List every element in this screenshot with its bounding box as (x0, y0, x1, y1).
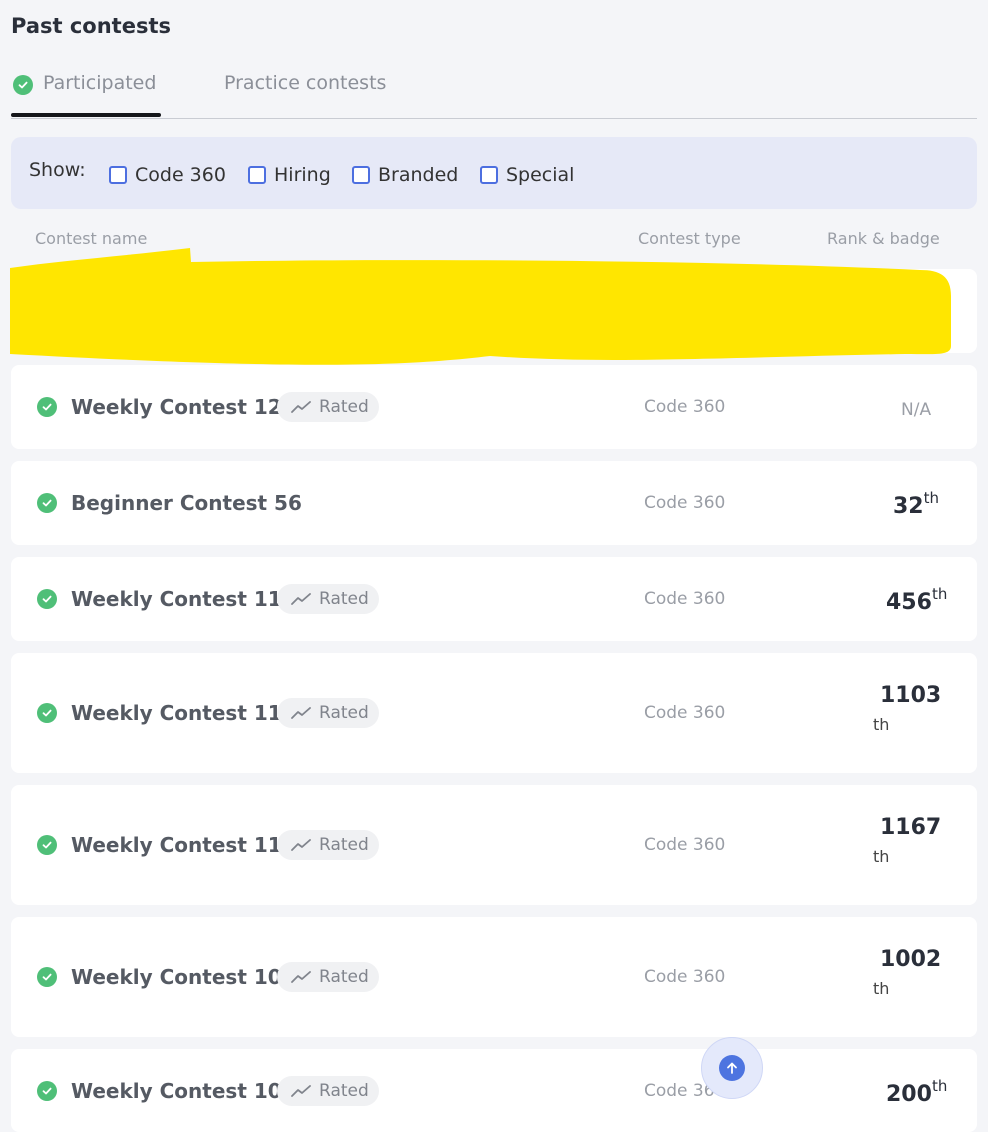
contest-row[interactable]: Weekly Contest 111 Rated Code 360 1167 t… (11, 785, 977, 905)
checkbox[interactable] (248, 166, 266, 184)
contest-type: Code 360 (644, 835, 726, 855)
contest-type: Code 360 (644, 703, 726, 723)
rank-suffix: th (873, 979, 890, 998)
rated-badge: Rated (277, 962, 379, 992)
check-circle-icon (37, 835, 57, 855)
rank-value: 456th (886, 585, 948, 615)
contest-row[interactable]: Weekly Contest 120 Rated Code 360 N/A (11, 365, 977, 449)
filter-code360[interactable]: Code 360 (109, 164, 226, 186)
check-circle-icon (37, 967, 57, 987)
rated-badge: Rated (277, 584, 379, 614)
tab-practice-contests-label: Practice contests (224, 72, 387, 94)
checkbox[interactable] (352, 166, 370, 184)
contest-row[interactable]: Weekly Contest 117 Rated Code 360 456th (11, 557, 977, 641)
contest-name[interactable]: Weekly Contest 117 (71, 587, 296, 611)
check-circle-icon (13, 75, 33, 95)
checkbox[interactable] (480, 166, 498, 184)
check-circle-icon (37, 301, 57, 321)
column-header-name: Contest name (35, 229, 148, 248)
trend-up-icon (291, 1085, 311, 1097)
rated-badge: Rated (277, 830, 379, 860)
contest-type: Code 360 (644, 967, 726, 987)
rank-suffix: th (873, 847, 890, 866)
contest-row[interactable]: Beginner Contest 58 Code 360 13th (11, 269, 977, 353)
rank-value: N/A (901, 400, 932, 420)
rank-value: 32th (893, 489, 940, 519)
contest-type: Code 360 (644, 397, 726, 417)
filter-option-label: Code 360 (135, 164, 226, 186)
contest-name[interactable]: Weekly Contest 120 (71, 395, 296, 419)
rank-value: 1002 (880, 947, 942, 972)
contest-name[interactable]: Weekly Contest 111 (71, 833, 296, 857)
contest-name[interactable]: Weekly Contest 108 (71, 1079, 296, 1103)
filter-bar: Show: Code 360 Hiring Branded Special (11, 137, 977, 209)
scroll-to-top-button[interactable] (701, 1037, 763, 1099)
filter-option-label: Hiring (274, 164, 331, 186)
contest-name[interactable]: Weekly Contest 109 (71, 965, 296, 989)
contest-row[interactable]: Beginner Contest 56 Code 360 32th (11, 461, 977, 545)
arrow-up-icon (727, 1062, 737, 1074)
trend-up-icon (291, 707, 311, 719)
filter-special[interactable]: Special (480, 164, 574, 186)
page-title: Past contests (11, 14, 171, 38)
filter-label: Show: (29, 159, 86, 181)
contest-name[interactable]: Beginner Contest 56 (71, 491, 302, 515)
rated-badge: Rated (277, 698, 379, 728)
active-tab-indicator (11, 113, 161, 117)
contest-row[interactable]: Weekly Contest 108 Rated Code 360 200th (11, 1049, 977, 1132)
rank-value: 200th (886, 1077, 948, 1107)
filter-hiring[interactable]: Hiring (248, 164, 331, 186)
contest-row[interactable]: Weekly Contest 109 Rated Code 360 1002 t… (11, 917, 977, 1037)
column-header-rank: Rank & badge (827, 229, 940, 248)
trend-up-icon (291, 839, 311, 851)
check-circle-icon (37, 589, 57, 609)
contest-name[interactable]: Beginner Contest 58 (71, 299, 302, 323)
tab-participated[interactable]: Participated (11, 72, 161, 118)
column-header-type: Contest type (638, 229, 741, 248)
check-circle-icon (37, 397, 57, 417)
contest-name[interactable]: Weekly Contest 112 (71, 701, 296, 725)
trend-up-icon (291, 971, 311, 983)
filter-branded[interactable]: Branded (352, 164, 458, 186)
trend-up-icon (291, 593, 311, 605)
tab-participated-label: Participated (43, 72, 157, 94)
rank-value: 13th (894, 297, 941, 327)
rank-value: 1167 (880, 815, 942, 840)
rank-value: 1103 (880, 683, 942, 708)
tab-practice-contests[interactable]: Practice contests (224, 72, 386, 118)
contest-type: Code 360 (644, 301, 726, 321)
check-circle-icon (37, 703, 57, 723)
contest-type: Code 360 (644, 589, 726, 609)
trend-up-icon (291, 401, 311, 413)
rated-badge: Rated (277, 1076, 379, 1106)
check-circle-icon (37, 493, 57, 513)
check-circle-icon (37, 1081, 57, 1101)
rank-suffix: th (873, 715, 890, 734)
rated-badge: Rated (277, 392, 379, 422)
checkbox[interactable] (109, 166, 127, 184)
contest-row[interactable]: Weekly Contest 112 Rated Code 360 1103 t… (11, 653, 977, 773)
filter-option-label: Branded (378, 164, 459, 186)
contest-type: Code 360 (644, 493, 726, 513)
filter-option-label: Special (506, 164, 575, 186)
tab-bar: Participated Practice contests (11, 64, 977, 119)
